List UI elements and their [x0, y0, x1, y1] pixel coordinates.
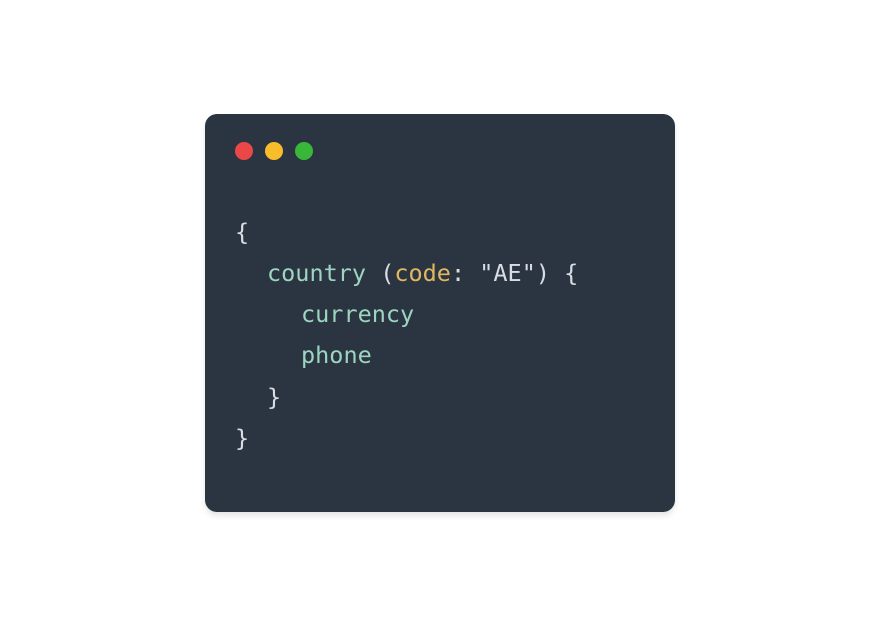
close-icon[interactable] [235, 142, 253, 160]
brace-close: } [235, 424, 249, 452]
inner-brace-open: { [564, 259, 578, 287]
space [366, 259, 380, 287]
inner-brace-close: } [267, 383, 281, 411]
field-currency: currency [301, 300, 414, 328]
brace-open: { [235, 218, 249, 246]
field-country: country [267, 259, 366, 287]
code-block: { country (code: "AE") { currency phone}} [235, 212, 645, 459]
space [465, 259, 479, 287]
string-value: "AE" [479, 259, 536, 287]
minimize-icon[interactable] [265, 142, 283, 160]
code-window: { country (code: "AE") { currency phone}} [205, 114, 675, 512]
space [550, 259, 564, 287]
paren-open: ( [380, 259, 394, 287]
maximize-icon[interactable] [295, 142, 313, 160]
colon: : [451, 259, 465, 287]
arg-code: code [394, 259, 451, 287]
window-controls [235, 142, 645, 160]
field-phone: phone [301, 341, 372, 369]
paren-close: ) [536, 259, 550, 287]
